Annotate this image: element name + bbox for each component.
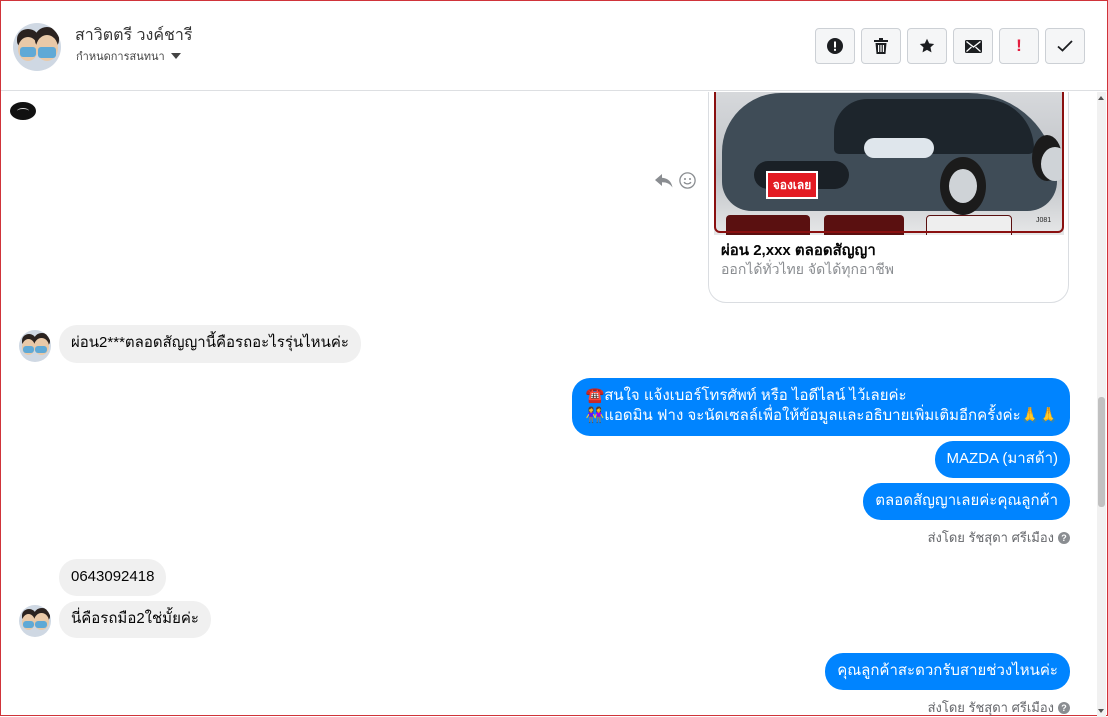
message-actions [655, 172, 696, 189]
sent-by-text: ส่งโดย รัชสุดา ศรีเมือง [927, 700, 1054, 715]
contact-name: สาวิตตรี วงค์ชารี [75, 27, 193, 44]
important-button[interactable]: ! [999, 28, 1039, 64]
trash-icon [874, 38, 888, 54]
incoming-message[interactable]: 0643092418 [59, 559, 167, 596]
ad-card-image: จองเลย J081 [714, 92, 1064, 235]
outgoing-message[interactable]: คุณลูกค้าสะดวกรับสายช่วงไหนค่ะ [825, 653, 1070, 690]
ad-card[interactable]: จองเลย J081 ผ่อน 2,xxx ตลอดสัญญา ออกได้ท… [708, 92, 1069, 303]
incoming-message[interactable]: นี่คือรถมือ2ใช่มั้ยค่ะ [59, 601, 211, 638]
action-toolbar: ! [815, 28, 1085, 64]
ad-card-subtitle: ออกได้ทั่วไทย จัดได้ทุกอาชีพ [721, 261, 895, 277]
delete-button[interactable] [861, 28, 901, 64]
sent-by-text: ส่งโดย รัชสุดา ศรีเมือง [927, 530, 1054, 545]
outgoing-message[interactable]: ตลอดสัญญาเลยค่ะคุณลูกค้า [863, 483, 1070, 520]
contact-avatar[interactable] [13, 23, 61, 71]
outgoing-message[interactable]: MAZDA (มาสด้า) [934, 441, 1070, 478]
envelope-icon [964, 39, 982, 53]
assign-label: กำหนดการสนทนา [76, 51, 165, 63]
done-button[interactable] [1045, 28, 1085, 64]
reply-icon[interactable] [655, 173, 673, 188]
report-button[interactable] [815, 28, 855, 64]
message-line: 👭แอดมิน ฟาง จะนัดเซลล์เพื่อให้ข้อมูลและอ… [585, 407, 1058, 424]
sent-by-label: ส่งโดย รัชสุดา ศรีเมือง ? [928, 527, 1070, 548]
help-icon[interactable]: ? [1058, 701, 1070, 714]
mark-unread-button[interactable] [953, 28, 993, 64]
sent-by-label: ส่งโดย รัชสุดา ศรีเมือง ? [928, 697, 1070, 717]
check-icon [1057, 40, 1073, 52]
star-button[interactable] [907, 28, 947, 64]
contact-avatar-small [19, 330, 51, 362]
scroll-down-icon[interactable] [1098, 709, 1104, 713]
scroll-thumb[interactable] [1098, 397, 1105, 507]
help-icon[interactable]: ? [1058, 531, 1070, 544]
message-thread: จองเลย J081 ผ่อน 2,xxx ตลอดสัญญา ออกได้ท… [1, 92, 1107, 717]
page-avatar [10, 102, 36, 120]
message-line: ☎️สนใจ แจ้งเบอร์โทรศัพท์ หรือ ไอดีไลน์ ไ… [585, 387, 907, 404]
alert-circle-icon [827, 38, 843, 54]
caret-down-icon [170, 53, 181, 59]
star-icon [919, 38, 935, 53]
incoming-message[interactable]: ผ่อน2***ตลอดสัญญานี้คือรถอะไรรุ่นไหนค่ะ [59, 325, 361, 363]
exclamation-icon: ! [1016, 36, 1022, 55]
conversation-header: สาวิตตรี วงค์ชารี กำหนดการสนทนา ! [1, 1, 1107, 91]
contact-avatar-small [19, 605, 51, 637]
assign-conversation-dropdown[interactable]: กำหนดการสนทนา [76, 47, 181, 65]
emoji-icon[interactable] [679, 172, 696, 189]
scroll-up-icon[interactable] [1098, 96, 1104, 100]
thread-scrollbar[interactable] [1097, 92, 1106, 717]
outgoing-message[interactable]: ☎️สนใจ แจ้งเบอร์โทรศัพท์ หรือ ไอดีไลน์ ไ… [571, 378, 1070, 436]
